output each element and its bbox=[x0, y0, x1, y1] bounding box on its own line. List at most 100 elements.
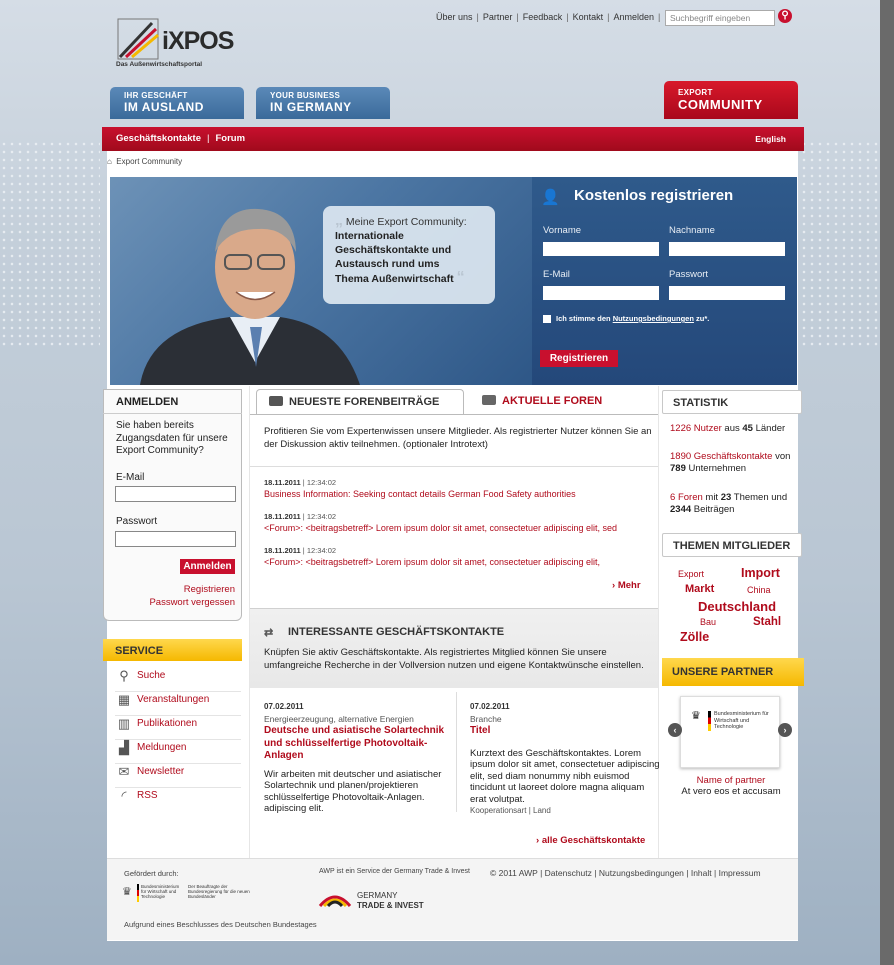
terms-text: Ich stimme den Nutzungsbedingungen zu*. bbox=[556, 314, 710, 323]
forum-post[interactable]: 18.11.2011 | 12:34:02 <Forum>: <beitrags… bbox=[264, 512, 654, 533]
forum-post-title[interactable]: <Forum>: <beitragsbetreff> Lorem ipsum d… bbox=[264, 523, 654, 533]
footer-resolution: Aufgrund eines Beschlusses des Deutschen… bbox=[124, 920, 317, 929]
login-title: ANMELDEN bbox=[116, 396, 179, 408]
tab-business-abroad[interactable]: IHR GESCHÄFT IM AUSLAND bbox=[110, 87, 244, 119]
footer-ministry: Bundesministerium für Wirtschaft und Tec… bbox=[141, 884, 180, 900]
top-links: Über uns | Partner | Feedback | Kontakt | Anmeld… bbox=[436, 12, 661, 22]
logo-subtitle: Das Außenwirtschaftsportal bbox=[116, 61, 203, 68]
footer-link-terms[interactable]: Nutzungsbedingungen bbox=[599, 868, 684, 878]
world-map-dots-left bbox=[0, 140, 100, 350]
gtai-line2: TRADE & INVEST bbox=[357, 901, 424, 910]
login-password-input[interactable] bbox=[115, 531, 236, 547]
service-item-publications[interactable]: ▥ Publikationen bbox=[115, 716, 241, 740]
top-link-login[interactable]: Anmelden bbox=[613, 12, 654, 22]
footer-service-note: AWP ist ein Service der Germany Trade & … bbox=[319, 868, 470, 875]
language-switch[interactable]: English bbox=[755, 134, 786, 144]
forum-post[interactable]: 18.11.2011 | 12:34:02 <Forum>: <beitrags… bbox=[264, 546, 654, 567]
more-posts-link[interactable]: › Mehr bbox=[612, 580, 641, 591]
contact-card-title[interactable]: Titel bbox=[470, 725, 660, 738]
terms-checkbox[interactable] bbox=[543, 315, 551, 323]
comment-icon bbox=[269, 396, 283, 406]
contact-card[interactable]: 07.02.2011 Energieerzeugung, alternative… bbox=[264, 701, 454, 815]
tag-export[interactable]: Export bbox=[678, 569, 704, 579]
nav-item-business-contacts[interactable]: Geschäftskontakte bbox=[116, 133, 201, 144]
tab-latest-posts[interactable]: NEUESTE FORENBEITRÄGE bbox=[256, 389, 464, 414]
reg-email-input[interactable] bbox=[543, 286, 659, 300]
lastname-input[interactable] bbox=[669, 242, 785, 256]
chart-icon: ▟ bbox=[119, 740, 129, 755]
partner-name[interactable]: Name of partner bbox=[664, 775, 798, 786]
lastname-label: Nachname bbox=[669, 225, 715, 236]
stats-users: 1226 Nutzer aus 45 Länder bbox=[670, 423, 786, 434]
stats-contacts: 1890 Geschäftskontakte von 789 Unternehm… bbox=[670, 451, 791, 474]
gtai-line1: GERMANY bbox=[357, 891, 398, 900]
contact-card[interactable]: 07.02.2011 Branche Titel Kurztext des Ge… bbox=[470, 701, 660, 817]
login-email-label: E-Mail bbox=[116, 472, 145, 483]
home-icon[interactable]: ⌂ bbox=[107, 157, 112, 166]
gtai-logo[interactable] bbox=[318, 888, 352, 910]
tab-export-community[interactable]: EXPORT COMMUNITY bbox=[664, 81, 798, 119]
tag-markt[interactable]: Markt bbox=[685, 583, 714, 595]
quote-line-1: Internationale bbox=[335, 230, 404, 242]
logo-title: iXPOS bbox=[162, 27, 234, 55]
footer-link-imprint[interactable]: Impressum bbox=[719, 868, 761, 878]
stats-forums: 6 Foren mit 23 Themen und 2344 Beiträgen bbox=[670, 492, 788, 515]
top-link-partner[interactable]: Partner bbox=[483, 12, 513, 22]
forgot-password-link[interactable]: Passwort vergessen bbox=[130, 597, 235, 608]
page-edge-strip bbox=[880, 0, 894, 965]
service-item-search[interactable]: ⚲ Suche bbox=[115, 668, 241, 692]
forum-post[interactable]: 18.11.2011 | 12:34:02 Business Informati… bbox=[264, 478, 654, 499]
mail-icon: ✉ bbox=[118, 764, 130, 779]
flag-stripe bbox=[137, 884, 139, 902]
search-icon: ⚲ bbox=[119, 668, 129, 683]
top-link-about[interactable]: Über uns bbox=[436, 12, 473, 22]
login-divider bbox=[103, 413, 242, 414]
tag-zoelle[interactable]: Zölle bbox=[680, 630, 709, 644]
tag-china[interactable]: China bbox=[747, 585, 771, 595]
register-title: Kostenlos registrieren bbox=[574, 187, 734, 204]
service-item-newsletter[interactable]: ✉ Newsletter bbox=[115, 764, 241, 788]
top-link-feedback[interactable]: Feedback bbox=[523, 12, 563, 22]
reg-email-label: E-Mail bbox=[543, 269, 570, 280]
footer-link-privacy[interactable]: Datenschutz bbox=[545, 868, 592, 878]
search-input[interactable]: Suchbegriff eingeben bbox=[665, 10, 775, 26]
service-item-news[interactable]: ▟ Meldungen bbox=[115, 740, 241, 764]
register-link[interactable]: Registrieren bbox=[160, 584, 235, 595]
login-password-label: Passwort bbox=[116, 516, 158, 527]
login-button[interactable]: Anmelden bbox=[180, 559, 235, 574]
search-icon[interactable]: ⚲ bbox=[778, 9, 792, 23]
world-map-dots-right bbox=[800, 140, 880, 350]
tab-business-germany[interactable]: YOUR BUSINESS IN GERMANY bbox=[256, 87, 390, 119]
tag-stahl[interactable]: Stahl bbox=[753, 616, 781, 628]
partners-header: UNSERE PARTNER bbox=[662, 658, 804, 686]
carousel-next-icon[interactable]: › bbox=[778, 723, 792, 737]
login-email-input[interactable] bbox=[115, 486, 236, 502]
tag-import[interactable]: Import bbox=[741, 566, 780, 580]
tag-deutschland[interactable]: Deutschland bbox=[698, 599, 776, 614]
tab-current-forums[interactable]: AKTUELLE FOREN bbox=[470, 389, 650, 414]
copyright: © 2011 AWP bbox=[490, 868, 538, 878]
quote-line-3: Austausch rund ums bbox=[335, 258, 440, 270]
contact-card-title[interactable]: Deutsche und asiatische Solartechnik und… bbox=[264, 725, 454, 763]
footer-link-contents[interactable]: Inhalt bbox=[691, 868, 712, 878]
reg-password-label: Passwort bbox=[669, 269, 709, 280]
partner-logo-card[interactable]: ♛ Bundesministerium für Wirtschaft und T… bbox=[680, 696, 780, 768]
top-link-contact[interactable]: Kontakt bbox=[573, 12, 604, 22]
forum-post-title[interactable]: <Forum>: <beitragsbetreff> Lorem ipsum d… bbox=[264, 557, 654, 567]
tag-bau[interactable]: Bau bbox=[700, 617, 716, 627]
firstname-input[interactable] bbox=[543, 242, 659, 256]
reg-password-input[interactable] bbox=[669, 286, 785, 300]
register-button[interactable]: Registrieren bbox=[540, 350, 618, 367]
forum-post-title[interactable]: Business Information: Seeking contact de… bbox=[264, 489, 654, 499]
footer-commissioner: Der Beauftragte der Bundesregierung für … bbox=[188, 884, 250, 900]
hero-quote: „ Meine Export Community: Internationale… bbox=[323, 206, 495, 304]
eagle-icon: ♛ bbox=[691, 710, 701, 722]
terms-link[interactable]: Nutzungsbedingungen bbox=[613, 314, 694, 323]
stats-header: STATISTIK bbox=[662, 390, 802, 414]
nav-item-forum[interactable]: Forum bbox=[215, 133, 245, 144]
funded-by: Gefördert durch: bbox=[124, 869, 179, 878]
all-contacts-link[interactable]: › alle Geschäftskontakte bbox=[536, 835, 645, 846]
carousel-prev-icon[interactable]: ‹ bbox=[668, 723, 682, 737]
service-item-rss[interactable]: ◜ RSS bbox=[115, 788, 241, 812]
service-item-events[interactable]: ▦ Veranstaltungen bbox=[115, 692, 241, 716]
